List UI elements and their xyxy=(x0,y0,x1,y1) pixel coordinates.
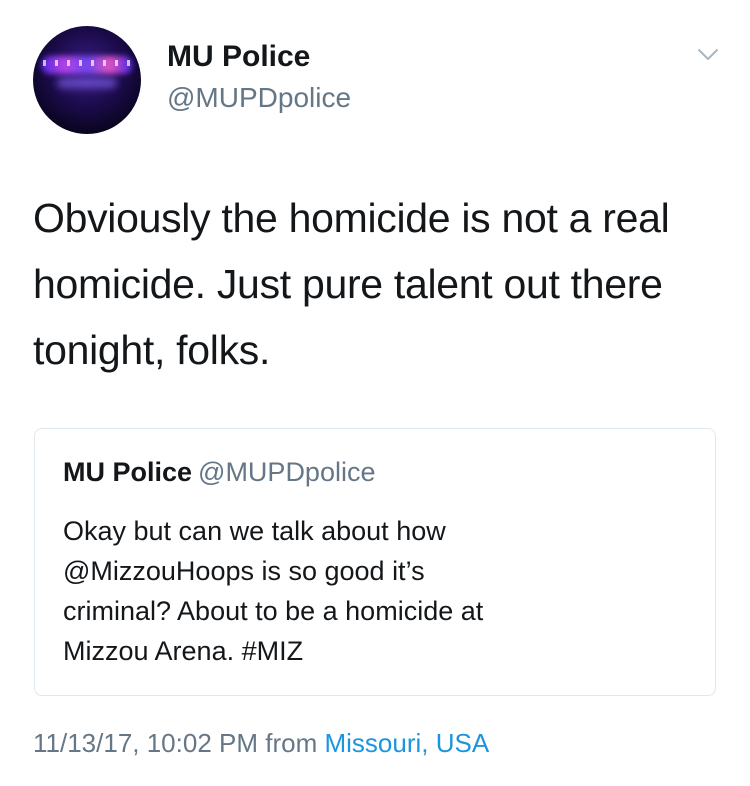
tweet-text: Obviously the homicide is not a real hom… xyxy=(33,185,733,383)
tweet-line: tonight, folks. xyxy=(33,327,271,373)
quoted-tweet-line: @MizzouHoops is so good it’s xyxy=(63,556,425,586)
quoted-tweet-line: Okay but can we talk about how xyxy=(63,516,446,546)
quoted-tweet-text: Okay but can we talk about how @MizzouHo… xyxy=(63,511,683,671)
author-name[interactable]: MU Police xyxy=(167,40,310,74)
quoted-tweet-line: Mizzou Arena. #MIZ xyxy=(63,636,304,666)
from-label: from xyxy=(265,728,318,758)
avatar[interactable] xyxy=(33,26,141,134)
avatar-light-dots xyxy=(43,60,131,66)
chevron-down-icon[interactable] xyxy=(697,48,719,62)
quoted-tweet-header: MU Police @MUPDpolice xyxy=(63,457,375,488)
tweet-metadata: 11/13/17, 10:02 PM from Missouri, USA xyxy=(33,728,489,759)
author-handle[interactable]: @MUPDpolice xyxy=(167,82,351,114)
tweet-line: Obviously the homicide is not a real xyxy=(33,195,670,241)
quoted-tweet-card[interactable]: MU Police @MUPDpolice Okay but can we tal… xyxy=(34,428,716,696)
quoted-tweet-line: criminal? About to be a homicide at xyxy=(63,596,484,626)
tweet-line: homicide. Just pure talent out there xyxy=(33,261,663,307)
timestamp[interactable]: 11/13/17, 10:02 PM xyxy=(33,728,258,758)
quoted-author-name: MU Police xyxy=(63,457,193,487)
location-link[interactable]: Missouri, USA xyxy=(324,728,489,758)
quoted-author-handle: @MUPDpolice xyxy=(198,457,376,487)
avatar-light-glow xyxy=(57,78,117,88)
